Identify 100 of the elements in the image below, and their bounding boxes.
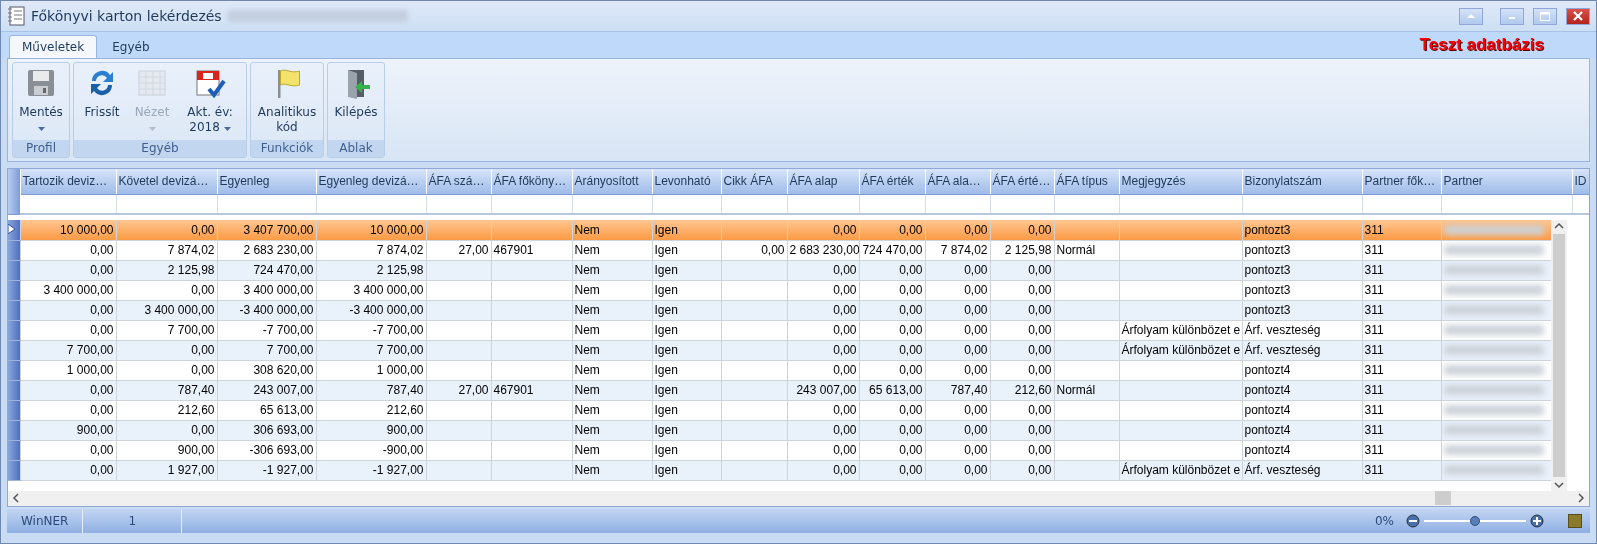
row-indicator[interactable]	[8, 220, 20, 240]
scroll-left-icon[interactable]	[10, 492, 22, 505]
table-cell: 7 874,02	[316, 240, 426, 260]
table-cell: 0,00	[859, 360, 925, 380]
resize-grip-icon[interactable]	[1568, 514, 1582, 528]
filter-cell[interactable]	[572, 194, 652, 214]
table-cell: 0,00	[20, 320, 116, 340]
column-header[interactable]: Partner	[1441, 169, 1572, 194]
filter-cell[interactable]	[1119, 194, 1242, 214]
table-cell: 7 874,02	[925, 240, 990, 260]
ribbon-button[interactable]: Kilépés	[332, 65, 380, 138]
column-header[interactable]: Megjegyzés	[1119, 169, 1242, 194]
notebook-icon	[7, 6, 25, 26]
table-cell: pontozt3	[1242, 240, 1362, 260]
column-header[interactable]: ÁFA érték	[859, 169, 925, 194]
table-cell	[1054, 400, 1119, 420]
table-cell: 10 000,00	[20, 220, 116, 240]
zoom-out-icon[interactable]	[1406, 514, 1420, 528]
table-cell: -900,00	[316, 440, 426, 460]
table-grid-icon	[136, 67, 168, 99]
scroll-right-icon[interactable]	[1575, 492, 1587, 505]
table-cell: pontozt4	[1242, 440, 1362, 460]
table-cell	[721, 280, 787, 300]
filter-cell[interactable]	[1242, 194, 1362, 214]
window-title: Főkönyvi karton lekérdezés	[31, 8, 222, 24]
vertical-scrollbar[interactable]	[1551, 220, 1567, 491]
column-header[interactable]: ÁFA ala…	[925, 169, 990, 194]
table-cell: 27,00	[426, 240, 491, 260]
column-header[interactable]: ÁFA szá…	[426, 169, 491, 194]
filter-cell[interactable]	[426, 194, 491, 214]
table-cell: 0,00	[787, 440, 859, 460]
table-cell: pontozt3	[1242, 220, 1362, 240]
filter-cell[interactable]	[116, 194, 217, 214]
filter-cell[interactable]	[491, 194, 572, 214]
filter-cell[interactable]	[316, 194, 426, 214]
filter-cell[interactable]	[1054, 194, 1119, 214]
table-cell: 0,00	[990, 360, 1054, 380]
table-cell: 0,00	[116, 220, 217, 240]
column-header[interactable]: Tartozik deviz…	[20, 169, 116, 194]
minimize-button[interactable]	[1500, 7, 1524, 25]
table-cell: Igen	[652, 400, 721, 420]
table-cell	[426, 360, 491, 380]
column-header[interactable]: Arányosított	[572, 169, 652, 194]
close-button[interactable]	[1566, 7, 1590, 25]
table-cell: 2 125,98	[990, 240, 1054, 260]
column-header[interactable]: Bizonylatszám	[1242, 169, 1362, 194]
table-cell: 0,00	[990, 280, 1054, 300]
table-cell: Árf. veszteség	[1242, 320, 1362, 340]
table-cell: 0,00	[925, 280, 990, 300]
ribbon-tab[interactable]: Egyéb	[99, 35, 163, 58]
ribbon-button[interactable]: Akt. év: 2018	[178, 65, 242, 138]
table-cell: 311	[1362, 360, 1441, 380]
filter-cell[interactable]	[721, 194, 787, 214]
scroll-thumb[interactable]	[1435, 491, 1451, 506]
table-cell: 0,00	[787, 220, 859, 240]
table-cell	[426, 280, 491, 300]
ribbon-button[interactable]: Analitikus kód	[255, 65, 319, 138]
filter-cell[interactable]	[925, 194, 990, 214]
zoom-in-icon[interactable]	[1530, 514, 1544, 528]
table-cell: 0,00	[787, 360, 859, 380]
filter-cell[interactable]	[652, 194, 721, 214]
column-header[interactable]: Követel devizá…	[116, 169, 217, 194]
column-header[interactable]: ÁFA alap	[787, 169, 859, 194]
horizontal-scrollbar[interactable]	[8, 490, 1589, 506]
filter-cell[interactable]	[859, 194, 925, 214]
table-cell: Igen	[652, 320, 721, 340]
column-header[interactable]: Levonható	[652, 169, 721, 194]
column-header[interactable]: Cikk ÁFA	[721, 169, 787, 194]
ribbon-button[interactable]: Mentés	[17, 65, 65, 138]
group-label: Funkciók	[251, 140, 323, 157]
table-cell	[1054, 440, 1119, 460]
collapse-ribbon-button[interactable]	[1459, 7, 1483, 25]
ribbon-tab[interactable]: Műveletek	[9, 35, 98, 58]
column-header[interactable]: ÁFA főköny…	[491, 169, 572, 194]
filter-cell[interactable]	[20, 194, 116, 214]
maximize-button[interactable]	[1533, 7, 1557, 25]
filter-cell[interactable]	[990, 194, 1054, 214]
table-cell: -306 693,00	[217, 440, 316, 460]
column-header[interactable]: ÁFA érté…	[990, 169, 1054, 194]
column-header[interactable]: ÁFA típus	[1054, 169, 1119, 194]
filter-cell[interactable]	[1441, 194, 1572, 214]
table-cell: 0,00	[859, 400, 925, 420]
column-header[interactable]: Egyenleg	[217, 169, 316, 194]
table-cell: -7 700,00	[217, 320, 316, 340]
scroll-thumb[interactable]	[1553, 234, 1565, 477]
filter-cell[interactable]	[1362, 194, 1441, 214]
table-cell	[426, 220, 491, 240]
ribbon-button[interactable]: Frissít	[78, 65, 126, 138]
column-header[interactable]: Partner fők…	[1362, 169, 1441, 194]
table-cell: 1 000,00	[20, 360, 116, 380]
table-cell	[721, 440, 787, 460]
table-cell: 7 700,00	[116, 320, 217, 340]
table-cell: 311	[1362, 240, 1441, 260]
table-cell: 0,00	[20, 400, 116, 420]
filter-cell[interactable]	[217, 194, 316, 214]
table-cell: 0,00	[20, 240, 116, 260]
filter-cell[interactable]	[787, 194, 859, 214]
zoom-slider-thumb[interactable]	[1470, 516, 1480, 526]
table-cell: 3 400 000,00	[316, 280, 426, 300]
column-header[interactable]: Egyenleg devizá…	[316, 169, 426, 194]
